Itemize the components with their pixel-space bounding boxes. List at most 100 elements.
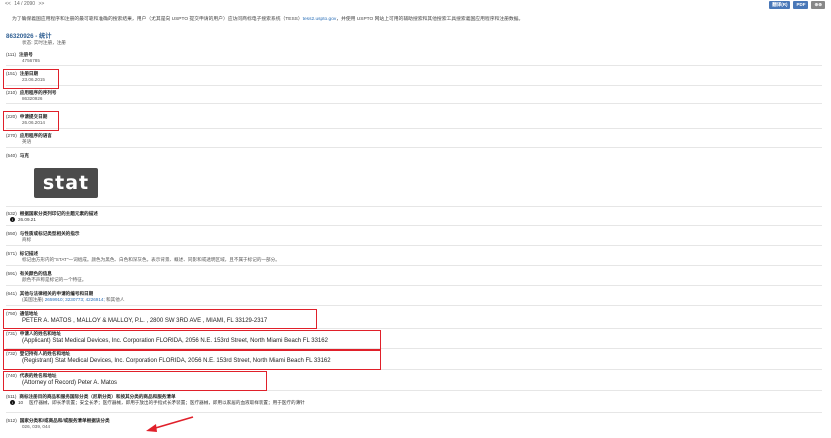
field-code: (641) (6, 291, 17, 296)
info-icon[interactable]: i (10, 217, 15, 223)
divider (6, 390, 822, 391)
field-label: 根据国家分类列印记的主题元素的描述 (19, 211, 98, 216)
divider (6, 328, 822, 329)
record-status: 状态: 实时注册，注册 (22, 40, 66, 45)
field-label: 登记持有人的姓名和地址 (19, 351, 71, 356)
field-641: (641) 其他与法律相关的申请的编号和日期 (美国注册) 2659910; 32… (6, 291, 822, 303)
field-label: 马克 (19, 153, 29, 158)
field-label: 应用程序的语言 (19, 133, 52, 138)
field-label: 标记描述 (19, 251, 39, 256)
field-label: 有关颜色的信息 (19, 271, 52, 276)
field-value: 23.06.2015 (22, 77, 45, 82)
divider (6, 305, 822, 306)
field-value: i 26.09.21 (6, 217, 822, 223)
field-label: 国家分类和/或商品和/或服务清单根据该分类 (19, 418, 110, 423)
field-value: 26.06.2014 (22, 120, 45, 125)
field-151: (151) 注册日期 23.06.2015 (6, 71, 822, 83)
field-value: 86320926 (22, 96, 43, 101)
field-label: 其他与法律相关的申请的编号和日期 (19, 291, 94, 296)
field-code: (220) (6, 114, 17, 119)
field-code: (740) (6, 373, 17, 378)
class-number: 10 (18, 400, 24, 405)
divider (6, 348, 822, 349)
trademark-logo-image: stat (34, 168, 98, 198)
field-value: 颜色不声称是标记的一个特征。 (22, 277, 87, 282)
field-value-text: 26.09.21 (18, 217, 36, 222)
field-value: (Registrant) Stat Medical Devices, Inc. … (22, 358, 331, 364)
field-value: i 10 医疗器械，即长矛装置；安全长矛；医疗器械，即用于放出的手指式长矛装置；医疗… (6, 400, 822, 406)
field-code: (750) (6, 311, 17, 316)
next-link[interactable]: >> (38, 1, 44, 7)
field-732: (732) 登记持有人的姓名和地址 (Registrant) Stat Medic… (6, 351, 822, 365)
field-value: (Attorney of Record) Peter A. Matos (22, 380, 118, 386)
prev-link[interactable]: << (5, 1, 11, 7)
divider (6, 147, 822, 148)
field-value: (美国注册) 2659910; 3230773; 4226914; 和其他人 (6, 297, 822, 303)
field-label: 申请提交日期 (19, 114, 48, 119)
field-511: (511) 商标注册目的商品和服务国际分类（尼斯分类）和按其分类的商品和服务清单 … (6, 394, 822, 406)
red-arrow-annotation (146, 416, 194, 432)
field-740: (740) 代表的姓名和地址 (Attorney of Record) Peter… (6, 373, 822, 387)
goods-description: 医疗器械，即长矛装置；安全长矛；医疗器械，即用于放出的手指式长矛装置；医疗器械，… (29, 400, 305, 405)
field-code: (210) (6, 90, 17, 95)
notice-text: 为了确保義国应用程序和注册的最可靠和准确的搜索结果，用户（尤其是向 USPTO … (12, 15, 523, 22)
pdf-button[interactable]: PDF (793, 1, 809, 9)
field-591: (591) 有关颜色的信息 颜色不声称是标记的一个特征。 (6, 271, 822, 283)
divider (6, 245, 822, 246)
field-code: (591) (6, 271, 17, 276)
field-code: (512) (6, 418, 17, 423)
field-value: 商标 (22, 237, 32, 242)
field-210: (210) 应用程序的序列号 86320926 (6, 90, 822, 102)
field-code: (532) (6, 211, 17, 216)
field-code: (270) (6, 133, 17, 138)
field-label: 商标注册目的商品和服务国际分类（尼斯分类）和按其分类的商品和服务清单 (19, 394, 176, 399)
field-111: (111) 注册号 4756785 (6, 52, 822, 64)
field-code: (732) (6, 351, 17, 356)
toolbar: 翻译(R) PDF ⊕⊕ (769, 1, 825, 9)
field-label: 代表的姓名和地址 (19, 373, 57, 378)
field-label: 与性质或标记类型相关的指示 (19, 231, 80, 236)
divider (6, 412, 822, 413)
field-value: PETER A. MATOS , MALLOY & MALLOY, P.L. ,… (22, 318, 268, 324)
field-731: (731) 申请人的姓名和地址 (Applicant) Stat Medical … (6, 331, 822, 345)
divider (6, 285, 822, 286)
field-code: (571) (6, 251, 17, 256)
field-label: 注册日期 (19, 71, 39, 76)
record-title: 86320926 - 统计 (6, 33, 52, 40)
translate-button[interactable]: 翻译(R) (769, 1, 791, 9)
related-registration-links[interactable]: 2659910; 3230773; 4226914; (45, 297, 105, 302)
field-code: (111) (6, 52, 17, 57)
divider (6, 206, 822, 207)
field-code: (550) (6, 231, 17, 236)
record-position: 14 / 2090 (14, 1, 36, 7)
info-icon[interactable]: i (10, 400, 15, 406)
field-value-suffix: 和其他人 (106, 297, 125, 302)
field-571: (571) 标记描述 标记由方形内的"STAT"一词组成。颜色为黑色、白色和深灰色… (6, 251, 822, 263)
field-label: 通信地址 (19, 311, 39, 316)
divider (6, 103, 822, 104)
field-value: 026, 039, 044 (22, 424, 51, 429)
notice-before: 为了确保義国应用程序和注册的最可靠和准确的搜索结果，用户（尤其是向 USPTO … (12, 17, 303, 22)
field-code: (731) (6, 331, 17, 336)
field-value: 4756785 (22, 58, 40, 63)
field-512: (512) 国家分类和/或商品和/或服务清单根据该分类 026, 039, 044 (6, 418, 822, 430)
divider (6, 265, 822, 266)
record-navigation: << 14 / 2090 >> (5, 1, 46, 7)
more-button[interactable]: ⊕⊕ (811, 1, 825, 9)
notice-after: ，并使用 USPTO 网站上可用的辅助搜索和其他搜索工具搜索義国应用程序和注册数… (336, 17, 524, 22)
divider (6, 128, 822, 129)
divider (6, 85, 822, 86)
field-220: (220) 申请提交日期 26.06.2014 (6, 114, 822, 126)
tess-link[interactable]: tess2.uspto.gov (303, 17, 337, 22)
divider (6, 65, 822, 66)
field-code: (151) (6, 71, 17, 76)
field-532: (532) 根据国家分类列印记的主题元素的描述 i 26.09.21 (6, 211, 822, 223)
field-value: 英语 (22, 139, 32, 144)
field-value: 标记由方形内的"STAT"一词组成。颜色为黑色、白色和深灰色，表示背景、概述、同… (22, 257, 280, 262)
divider (6, 369, 822, 370)
field-540: (540) 马克 (6, 153, 822, 159)
field-label: 注册号 (19, 52, 33, 57)
divider (6, 225, 822, 226)
field-750: (750) 通信地址 PETER A. MATOS , MALLOY & MALL… (6, 311, 822, 325)
field-value: (Applicant) Stat Medical Devices, Inc. C… (22, 338, 328, 344)
